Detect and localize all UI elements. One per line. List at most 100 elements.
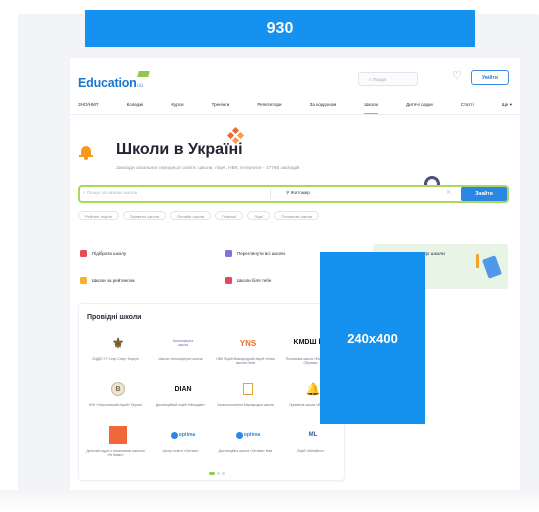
school-logo: optima — [168, 424, 198, 446]
header-search-input[interactable]: ⌕ Пошук — [358, 72, 418, 86]
school-search-placeholder: Пошук за назвою школи — [86, 190, 138, 195]
school-logo: ML — [308, 432, 318, 438]
list-icon — [225, 250, 232, 257]
nav-item[interactable]: Репетитори — [257, 100, 281, 114]
pencil-icon — [476, 254, 479, 268]
school-name: ЛЦДЮ «Т Стар Стар» Корсун — [92, 357, 139, 361]
header-search-placeholder: Пошук — [372, 77, 387, 82]
nav-item-more[interactable]: Ще ▾ — [502, 100, 512, 114]
nav-item[interactable]: Тренінги — [212, 100, 230, 114]
school-card[interactable]: ML Ліцей «Михайло» — [280, 424, 341, 464]
bell-icon — [79, 144, 93, 160]
popular-schools-card: Провідні школи ⚜ ЛЦДЮ «Т Стар Стар» Корс… — [78, 303, 345, 481]
ad-banner-side[interactable]: 240x400 — [320, 252, 425, 424]
school-crest-logo: ⚜ — [111, 334, 125, 351]
nav-item[interactable]: За кордоном — [310, 100, 337, 114]
location-icon — [225, 277, 232, 284]
ad-side-size: 240x400 — [347, 330, 398, 346]
quick-link-nearby[interactable]: Школи біля тебе — [225, 277, 271, 284]
logo-suffix: ua — [136, 83, 143, 89]
nav-item[interactable]: Коледжі — [127, 100, 144, 114]
site-logo[interactable]: Educationua — [78, 76, 143, 90]
search-divider — [270, 189, 271, 199]
filter-chips: Рейтинг ліцеїв Приватні школи Онлайн шко… — [78, 211, 320, 220]
carousel-pagination — [209, 472, 225, 475]
decor-diamond-icon — [226, 126, 245, 145]
nav-divider — [70, 114, 520, 115]
school-card[interactable]: Атмосферна школа Школа «Атмосфера» школа — [150, 332, 211, 372]
school-name: Загальноосвітня Міжнародна школа — [217, 403, 274, 407]
school-search-input[interactable]: ⌕ Пошук за назвою школи — [83, 190, 137, 195]
page-title: Школи в Україні — [116, 141, 243, 158]
location-value: Житомир — [290, 190, 310, 195]
quick-link-label: Школи біля тебе — [237, 278, 272, 283]
school-name: Ліцей «Михайло» — [296, 449, 325, 453]
logo-text: DIAN — [174, 385, 192, 393]
nav-more-label: Ще — [501, 102, 509, 107]
clear-location-icon[interactable]: ✕ — [446, 189, 451, 196]
main-nav: ЗНО/НМТ Коледжі Курси Тренінги Репетитор… — [78, 100, 512, 114]
schools-grid: ⚜ ЛЦДЮ «Т Стар Стар» Корсун Атмосферна ш… — [85, 332, 341, 464]
nav-item[interactable]: Статті — [461, 100, 474, 114]
quick-link-label: Школи за рейтингом — [92, 278, 135, 283]
site-page: Educationua ⌕ Пошук ♡ Увійти ЗНО/НМТ Кол… — [70, 58, 520, 494]
quick-link-label: Переглянути всі школи — [237, 251, 285, 256]
school-card[interactable]: ⚜ ЛЦДЮ «Т Стар Стар» Корсун — [85, 332, 146, 372]
school-emblem-logo — [233, 378, 263, 400]
search-submit-button[interactable]: Знайти — [461, 187, 507, 201]
filter-chip[interactable]: Рейтинг ліцеїв — [78, 211, 119, 220]
school-name: НВК Ліцей Міжнародний ліцей «Нова школа»… — [216, 357, 275, 366]
logo-text: Атмосферна школа — [172, 339, 194, 347]
school-name: Дистанційна школа «Оптіма» Київ — [218, 449, 273, 453]
filter-chip[interactable]: Гімназії — [215, 211, 244, 220]
quick-link-all-schools[interactable]: Переглянути всі школи — [225, 250, 285, 257]
school-logo: YNS — [233, 332, 263, 354]
school-name: НУК «Херсонський ліцей» Херсон — [88, 403, 143, 407]
logo-text: YNS — [239, 338, 257, 348]
login-button[interactable]: Увійти — [471, 70, 509, 85]
ad-banner-top[interactable]: 930 — [85, 10, 475, 47]
logo-text: Education — [78, 76, 137, 90]
filter-chip[interactable]: Онлайн школи — [170, 211, 212, 220]
filter-chip[interactable]: Початкові школи — [274, 211, 320, 220]
nav-item-active[interactable]: Школи — [364, 100, 378, 114]
school-card[interactable]: optima Дистанційна школа «Оптіма» Київ — [215, 424, 276, 464]
school-name: Школа «Атмосфера» школа — [158, 357, 203, 361]
bottom-fade — [0, 490, 539, 512]
school-logo: DIAN — [168, 378, 198, 400]
ad-banner-size: 930 — [266, 19, 294, 37]
quick-link-rating[interactable]: Школи за рейтингом — [80, 277, 134, 284]
quick-link-label: Підібрати школу — [92, 251, 127, 256]
school-logo: Атмосферна школа — [168, 332, 198, 354]
school-logo: B — [103, 378, 133, 400]
nav-item[interactable]: Курси — [171, 100, 183, 114]
school-card[interactable]: B НУК «Херсонський ліцей» Херсон — [85, 378, 146, 418]
tablet-icon — [482, 255, 502, 279]
location-select[interactable]: ⚲ Житомир — [286, 190, 310, 196]
school-search-bar: ⌕ Пошук за назвою школи ⚲ Житомир ✕ Знай… — [78, 185, 509, 203]
school-icon — [80, 250, 87, 257]
graduation-cap-icon — [137, 71, 150, 77]
carousel-dot[interactable] — [222, 472, 225, 475]
favorites-heart-icon[interactable]: ♡ — [452, 69, 462, 82]
school-card[interactable]: YNS НВК Ліцей Міжнародний ліцей «Нова шк… — [215, 332, 276, 372]
rating-icon — [80, 277, 87, 284]
school-logo — [103, 424, 133, 446]
school-logo: optima — [233, 424, 263, 446]
school-card[interactable]: optima Центр освіти «Оптіма» — [150, 424, 211, 464]
nav-item[interactable]: Дитячі садки — [406, 100, 433, 114]
page-subtitle: Заклади загальної середньої освіти: школ… — [116, 166, 300, 171]
school-name: Дистанційний ліцей «Мерідіан» — [155, 403, 206, 407]
school-card[interactable]: Загальноосвітня Міжнародна школа — [215, 378, 276, 418]
nav-item[interactable]: ЗНО/НМТ — [78, 100, 98, 114]
carousel-dot[interactable] — [217, 472, 220, 475]
school-name: Дитячий садок з початковою школою «Ні Ма… — [86, 449, 145, 458]
school-card[interactable]: Дитячий садок з початковою школою «Ні Ма… — [85, 424, 146, 464]
school-card[interactable]: DIAN Дистанційний ліцей «Мерідіан» — [150, 378, 211, 418]
quick-link-pick-school[interactable]: Підібрати школу — [80, 250, 126, 257]
filter-chip[interactable]: Ліцеї — [247, 211, 271, 220]
logo-text: B — [111, 382, 125, 396]
carousel-dot-active[interactable] — [209, 472, 215, 475]
filter-chip[interactable]: Приватні школи — [122, 211, 167, 220]
popular-schools-title: Провідні школи — [87, 314, 142, 321]
